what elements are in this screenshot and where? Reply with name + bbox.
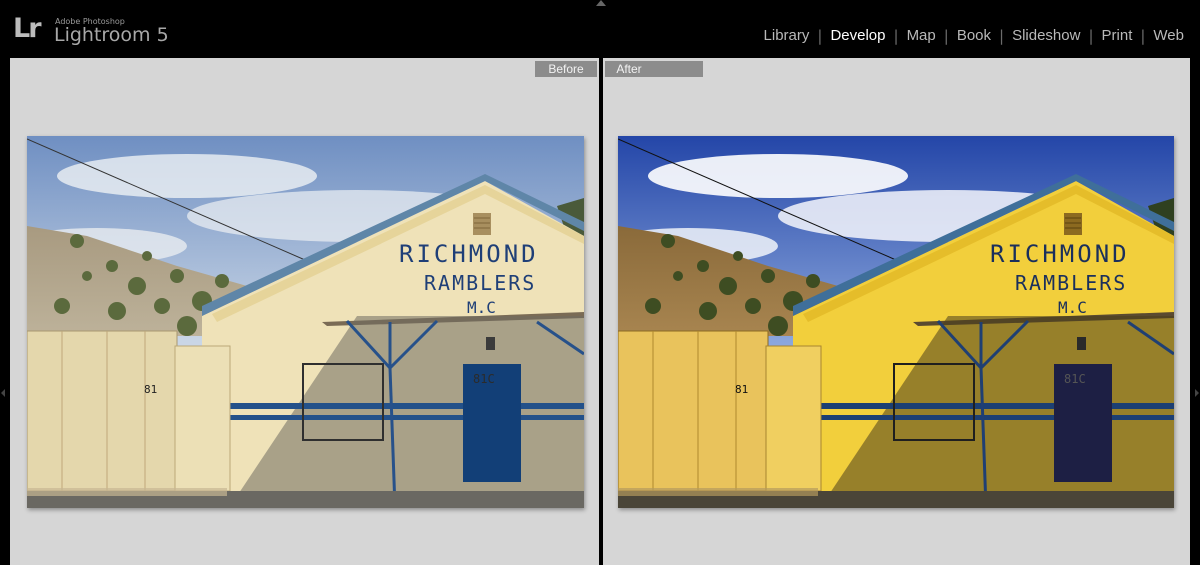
after-label: After [605,61,703,77]
sign-text-line-3: M.C [1058,298,1087,317]
door-number: 81C [1064,372,1086,386]
before-photo-image: RICHMOND RAMBLERS M.C 81C 81 [27,136,584,508]
collapse-top-panel-arrow-icon[interactable] [596,0,606,6]
module-print[interactable]: Print [1094,27,1141,45]
container-marking: 81 [144,383,157,396]
module-map[interactable]: Map [899,27,944,45]
module-book[interactable]: Book [949,27,999,45]
collapse-right-panel-arrow-icon[interactable] [1195,389,1199,397]
sign-text-line-3: M.C [467,298,496,317]
door-number: 81C [473,372,495,386]
before-label: Before [535,61,597,77]
app-product-name: Lightroom 5 [54,24,169,46]
module-library[interactable]: Library [756,27,818,45]
module-picker: Library | Develop | Map | Book | Slidesh… [756,27,1192,45]
module-slideshow[interactable]: Slideshow [1004,27,1088,45]
before-photo[interactable]: RICHMOND RAMBLERS M.C 81C 81 [27,136,584,508]
module-develop[interactable]: Develop [822,27,893,45]
before-pane[interactable]: Before RICHMOND RAMBLERS M.C 81C 81 [10,58,599,565]
compare-view: Before RICHMOND RAMBLERS M.C 81C 81 Afte… [0,55,1200,565]
after-photo[interactable]: RICHMOND RAMBLERS M.C 81C 81 [618,136,1174,508]
after-pane[interactable]: After RICHMOND RAMBLERS M.C 81C 81 [603,58,1190,565]
sign-text-line-2: RAMBLERS [424,271,536,295]
sign-text-line-2: RAMBLERS [1015,271,1127,295]
collapse-left-panel-arrow-icon[interactable] [1,389,5,397]
after-photo-image: RICHMOND RAMBLERS M.C 81C 81 [618,136,1174,508]
top-panel: Lr Adobe Photoshop Lightroom 5 Library |… [0,0,1200,55]
sign-text-line-1: RICHMOND [990,240,1130,268]
module-web[interactable]: Web [1145,27,1192,45]
app-logo: Lr [13,13,41,44]
container-marking: 81 [735,383,748,396]
sign-text-line-1: RICHMOND [399,240,539,268]
